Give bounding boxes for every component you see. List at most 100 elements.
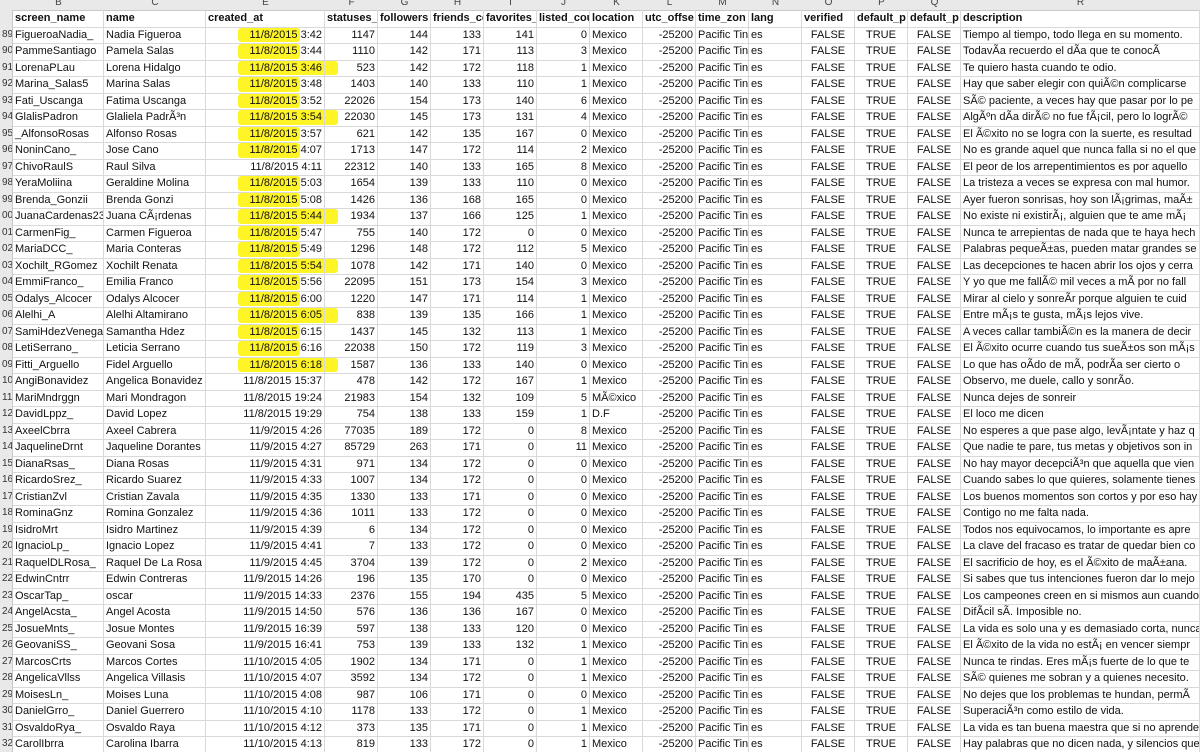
cell-default-profile[interactable]: TRUE (855, 109, 908, 126)
cell-followers[interactable]: 139 (378, 554, 431, 571)
cell-lang[interactable]: es (749, 76, 802, 93)
cell-description[interactable]: Palabras pequeÃ±as, pueden matar grandes… (961, 241, 1200, 258)
cell-name[interactable]: Raquel De La Rosa (104, 554, 206, 571)
column-header[interactable]: created_at (206, 10, 325, 27)
table-row[interactable]: 23 OscarTap_ oscar 11/9/2015 14:33 2376 155 19… (0, 587, 1200, 605)
cell-followers[interactable]: 148 (378, 241, 431, 258)
row-number[interactable]: 95 (0, 125, 13, 142)
cell-location[interactable]: Mexico (590, 307, 643, 324)
cell-utc-offset[interactable]: -25200 (643, 109, 696, 126)
cell-default-profile[interactable]: TRUE (855, 653, 908, 670)
cell-listed[interactable]: 4 (537, 109, 590, 126)
cell-friends[interactable]: 172 (431, 373, 484, 390)
cell-utc-offset[interactable]: -25200 (643, 191, 696, 208)
table-row[interactable]: 97 ChivoRaulS Raul Silva 11/8/2015 4:11 2231… (0, 158, 1200, 176)
cell-time-zone[interactable]: Pacific Tin (696, 241, 749, 258)
cell-verified[interactable]: FALSE (802, 571, 855, 588)
cell-name[interactable]: oscar (104, 587, 206, 604)
table-row[interactable]: 93 Fati_Uscanga Fatima Uscanga 11/8/2015 3:… (0, 92, 1200, 110)
cell-time-zone[interactable]: Pacific Tin (696, 356, 749, 373)
cell-location[interactable]: Mexico (590, 587, 643, 604)
cell-lang[interactable]: es (749, 538, 802, 555)
cell-lang[interactable]: es (749, 340, 802, 357)
row-number[interactable]: 09 (0, 356, 13, 373)
cell-verified[interactable]: FALSE (802, 653, 855, 670)
cell-default-profile-image[interactable]: FALSE (908, 125, 961, 142)
column-header[interactable]: utc_offse (643, 10, 696, 27)
cell-default-profile[interactable]: TRUE (855, 686, 908, 703)
cell-location[interactable]: Mexico (590, 76, 643, 93)
cell-followers[interactable]: 136 (378, 191, 431, 208)
cell-time-zone[interactable]: Pacific Tin (696, 703, 749, 720)
cell-lang[interactable]: es (749, 175, 802, 192)
cell-location[interactable]: Mexico (590, 125, 643, 142)
cell-utc-offset[interactable]: -25200 (643, 175, 696, 192)
cell-created-at[interactable]: 11/10/2015 4:12 (206, 719, 325, 736)
cell-statuses[interactable]: 1147 (325, 26, 378, 43)
cell-utc-offset[interactable]: -25200 (643, 719, 696, 736)
cell-screen-name[interactable]: PammeSantiago (13, 43, 104, 60)
cell-time-zone[interactable]: Pacific Tin (696, 323, 749, 340)
cell-utc-offset[interactable]: -25200 (643, 637, 696, 654)
table-row[interactable]: 02 MariaDCC_ Maria Conteras 11/8/2015 5:49 1… (0, 241, 1200, 259)
cell-friends[interactable]: 171 (431, 686, 484, 703)
cell-default-profile-image[interactable]: FALSE (908, 142, 961, 159)
cell-lang[interactable]: es (749, 389, 802, 406)
cell-statuses[interactable]: 1220 (325, 290, 378, 307)
cell-verified[interactable]: FALSE (802, 356, 855, 373)
cell-utc-offset[interactable]: -25200 (643, 703, 696, 720)
table-row[interactable]: 96 NoninCano_ Jose Cano 11/8/2015 4:07 1713 1… (0, 142, 1200, 160)
cell-followers[interactable]: 142 (378, 373, 431, 390)
cell-location[interactable]: Mexico (590, 736, 643, 752)
cell-lang[interactable]: es (749, 439, 802, 456)
cell-utc-offset[interactable]: -25200 (643, 389, 696, 406)
cell-listed[interactable]: 8 (537, 158, 590, 175)
cell-utc-offset[interactable]: -25200 (643, 686, 696, 703)
table-row[interactable]: 95 _AlfonsoRosas Alfonso Rosas 11/8/2015 3:… (0, 125, 1200, 143)
cell-friends[interactable]: 172 (431, 554, 484, 571)
cell-default-profile-image[interactable]: FALSE (908, 587, 961, 604)
cell-utc-offset[interactable]: -25200 (643, 472, 696, 489)
cell-listed[interactable]: 0 (537, 224, 590, 241)
cell-created-at[interactable]: 11/8/2015 3:48 (206, 76, 325, 93)
cell-utc-offset[interactable]: -25200 (643, 505, 696, 522)
cell-time-zone[interactable]: Pacific Tin (696, 455, 749, 472)
cell-lang[interactable]: es (749, 736, 802, 752)
row-number[interactable]: 29 (0, 686, 13, 703)
cell-verified[interactable]: FALSE (802, 76, 855, 93)
cell-name[interactable]: Fatima Uscanga (104, 92, 206, 109)
cell-created-at[interactable]: 11/8/2015 3:57 (206, 125, 325, 142)
cell-followers[interactable]: 138 (378, 406, 431, 423)
row-number[interactable]: 11 (0, 389, 13, 406)
column-letter-Q[interactable]: Q (908, 0, 961, 9)
cell-favorites[interactable]: 0 (484, 653, 537, 670)
cell-screen-name[interactable]: JaquelineDrnt (13, 439, 104, 456)
column-letter-K[interactable]: K (590, 0, 643, 9)
cell-default-profile-image[interactable]: FALSE (908, 191, 961, 208)
cell-location[interactable]: Mexico (590, 241, 643, 258)
cell-lang[interactable]: es (749, 472, 802, 489)
column-header[interactable]: description (961, 10, 1200, 27)
cell-favorites[interactable]: 167 (484, 125, 537, 142)
cell-default-profile[interactable]: TRUE (855, 323, 908, 340)
cell-default-profile[interactable]: TRUE (855, 521, 908, 538)
cell-statuses[interactable]: 1330 (325, 488, 378, 505)
cell-favorites[interactable]: 165 (484, 191, 537, 208)
cell-name[interactable]: Samantha Hdez (104, 323, 206, 340)
cell-created-at[interactable]: 11/8/2015 3:54 (206, 109, 325, 126)
cell-followers[interactable]: 189 (378, 422, 431, 439)
cell-location[interactable]: Mexico (590, 670, 643, 687)
cell-utc-offset[interactable]: -25200 (643, 125, 696, 142)
cell-created-at[interactable]: 11/9/2015 14:50 (206, 604, 325, 621)
cell-lang[interactable]: es (749, 686, 802, 703)
table-row[interactable]: 10 AngiBonavidez Angelica Bonavidez 11/8/20… (0, 373, 1200, 391)
cell-lang[interactable]: es (749, 290, 802, 307)
cell-name[interactable]: Maria Conteras (104, 241, 206, 258)
cell-description[interactable]: SuperaciÃ³n como estilo de vida. (961, 703, 1200, 720)
cell-default-profile-image[interactable]: FALSE (908, 422, 961, 439)
cell-verified[interactable]: FALSE (802, 43, 855, 60)
cell-default-profile-image[interactable]: FALSE (908, 340, 961, 357)
cell-friends[interactable]: 132 (431, 323, 484, 340)
cell-followers[interactable]: 133 (378, 736, 431, 752)
cell-utc-offset[interactable]: -25200 (643, 554, 696, 571)
